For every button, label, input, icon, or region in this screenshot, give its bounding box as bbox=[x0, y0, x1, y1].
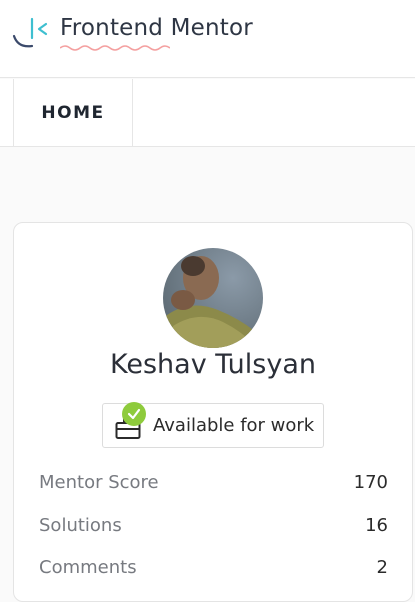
nav-home-link[interactable]: HOME bbox=[13, 79, 133, 147]
availability-label: Available for work bbox=[153, 415, 315, 436]
main-nav: HOME bbox=[0, 79, 415, 147]
stat-value: 2 bbox=[376, 556, 388, 578]
profile-card: Keshav Tulsyan Available for work Mentor… bbox=[13, 222, 413, 602]
stat-label: Comments bbox=[39, 556, 137, 578]
avatar bbox=[163, 248, 263, 348]
site-header: Frontend Mentor bbox=[0, 0, 415, 78]
stat-value: 170 bbox=[353, 471, 388, 493]
profile-name: Keshav Tulsyan bbox=[110, 349, 316, 380]
stat-label: Mentor Score bbox=[39, 471, 159, 493]
brand-underline bbox=[60, 45, 170, 51]
stat-row-comments: Comments 2 bbox=[39, 554, 388, 580]
available-for-work-badge[interactable]: Available for work bbox=[102, 402, 324, 448]
brand-name[interactable]: Frontend Mentor bbox=[60, 15, 253, 41]
stat-row-mentor-score: Mentor Score 170 bbox=[39, 469, 388, 495]
frontend-mentor-logo-icon[interactable] bbox=[12, 16, 52, 50]
stat-row-solutions: Solutions 16 bbox=[39, 512, 388, 538]
check-icon bbox=[122, 402, 146, 426]
stat-label: Solutions bbox=[39, 514, 122, 536]
stat-value: 16 bbox=[365, 514, 388, 536]
